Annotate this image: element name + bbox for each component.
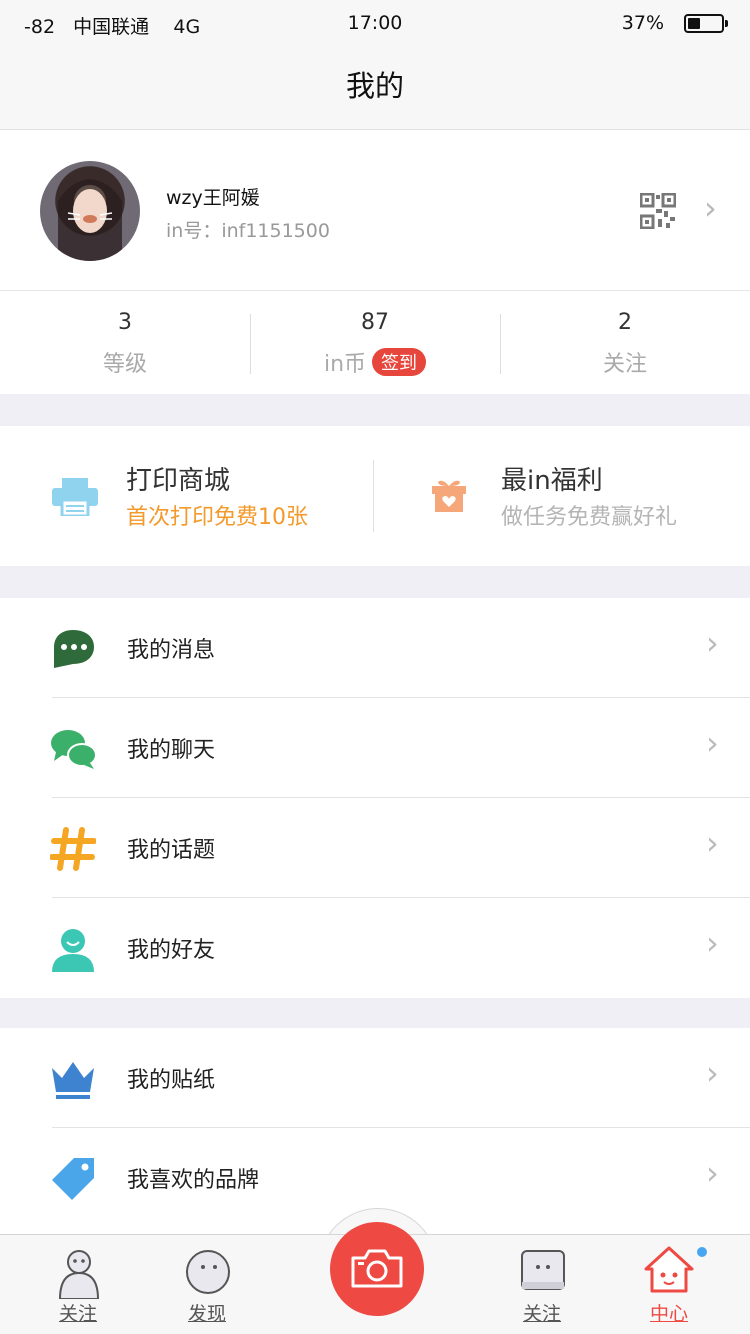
menu-item-stickers[interactable]: 我的贴纸 › xyxy=(0,1028,750,1128)
stat-level[interactable]: 3 等级 xyxy=(0,292,250,394)
menu-label: 我喜欢的品牌 xyxy=(127,1168,260,1193)
stat-label: 关注 xyxy=(602,352,647,377)
tab-center[interactable]: 中心 xyxy=(614,1235,724,1334)
menu-label: 我的贴纸 xyxy=(127,1068,216,1093)
camera-icon xyxy=(351,1249,403,1288)
chevron-right-icon: › xyxy=(706,824,719,862)
friend-icon xyxy=(52,929,94,972)
house-face-icon xyxy=(644,1246,694,1293)
stat-label-row: in币 签到 xyxy=(250,346,500,378)
gift-icon xyxy=(432,480,466,512)
tag-icon xyxy=(52,1158,94,1200)
menu-label: 我的好友 xyxy=(127,938,216,963)
chevron-right-icon: › xyxy=(706,624,719,662)
promo-title: 最in福利 xyxy=(501,466,603,496)
chevron-right-icon: › xyxy=(706,724,719,762)
menu-label: 我的话题 xyxy=(127,838,216,863)
nav-bar: 我的 xyxy=(0,46,750,130)
hashtag-icon xyxy=(50,827,96,871)
battery-percent: 37% xyxy=(621,12,664,34)
menu-item-messages[interactable]: 我的消息 › xyxy=(0,598,750,698)
chevron-right-icon[interactable]: › xyxy=(704,189,717,227)
menu-label: 我的消息 xyxy=(127,638,216,663)
print-mall-entry[interactable]: 打印商城 首次打印免费10张 xyxy=(0,426,373,566)
stat-label: 等级 xyxy=(102,352,147,377)
snowman-icon xyxy=(58,1250,100,1299)
printer-icon xyxy=(52,478,98,516)
menu-item-chat[interactable]: 我的聊天 › xyxy=(0,698,750,798)
promo-subtitle: 做任务免费赢好礼 xyxy=(501,505,678,530)
user-in-id: in号：inf1151500 xyxy=(166,220,330,242)
chevron-right-icon: › xyxy=(706,1154,719,1192)
avatar[interactable] xyxy=(40,161,140,261)
user-name: wzy王阿媛 xyxy=(166,187,260,209)
promo-subtitle: 首次打印免费10张 xyxy=(126,505,308,530)
stat-coins[interactable]: 87 in币 签到 xyxy=(250,292,500,394)
promo-section: 打印商城 首次打印免费10张 最in福利 做任务免费赢好礼 xyxy=(0,426,750,566)
stats-bar: 3 等级 87 in币 签到 2 关注 xyxy=(0,292,750,394)
section-gap xyxy=(0,998,750,1028)
qr-code-icon[interactable] xyxy=(640,193,676,229)
stat-value: 2 xyxy=(618,310,632,335)
stat-value: 87 xyxy=(361,310,389,335)
tab-label: 中心 xyxy=(649,1303,688,1325)
crown-icon xyxy=(52,1062,94,1099)
stat-value: 3 xyxy=(118,310,132,335)
stat-following[interactable]: 2 关注 xyxy=(500,292,750,394)
tab-discover[interactable]: 发现 xyxy=(152,1235,262,1334)
tab-label: 发现 xyxy=(187,1303,226,1325)
promo-title: 打印商城 xyxy=(126,466,231,496)
welfare-entry[interactable]: 最in福利 做任务免费赢好礼 xyxy=(374,426,750,566)
stat-label: in币 xyxy=(323,352,367,377)
chevron-right-icon: › xyxy=(706,1054,719,1092)
menu-label: 我的聊天 xyxy=(127,738,216,763)
square-face-icon xyxy=(521,1250,565,1290)
section-gap xyxy=(0,394,750,426)
menu-item-friends[interactable]: 我的好友 › xyxy=(0,898,750,998)
menu-item-topics[interactable]: 我的话题 › xyxy=(0,798,750,898)
camera-button[interactable] xyxy=(330,1222,424,1316)
tab-follow-right[interactable]: 关注 xyxy=(487,1235,597,1334)
tab-follow-left[interactable]: 关注 xyxy=(23,1235,133,1334)
face-icon xyxy=(186,1250,230,1294)
profile-card[interactable]: wzy王阿媛 in号：inf1151500 › xyxy=(0,131,750,291)
status-bar: -82 中国联通 4G 17:00 37% xyxy=(0,0,750,46)
checkin-badge[interactable]: 签到 xyxy=(372,348,427,376)
section-gap xyxy=(0,566,750,598)
notification-dot xyxy=(697,1247,707,1257)
message-icon xyxy=(54,630,94,668)
chat-icon xyxy=(51,730,96,769)
tab-label: 关注 xyxy=(58,1303,97,1325)
tab-label: 关注 xyxy=(522,1303,561,1325)
chevron-right-icon: › xyxy=(706,924,719,962)
page-title: 我的 xyxy=(345,69,404,103)
battery-icon xyxy=(684,14,728,33)
